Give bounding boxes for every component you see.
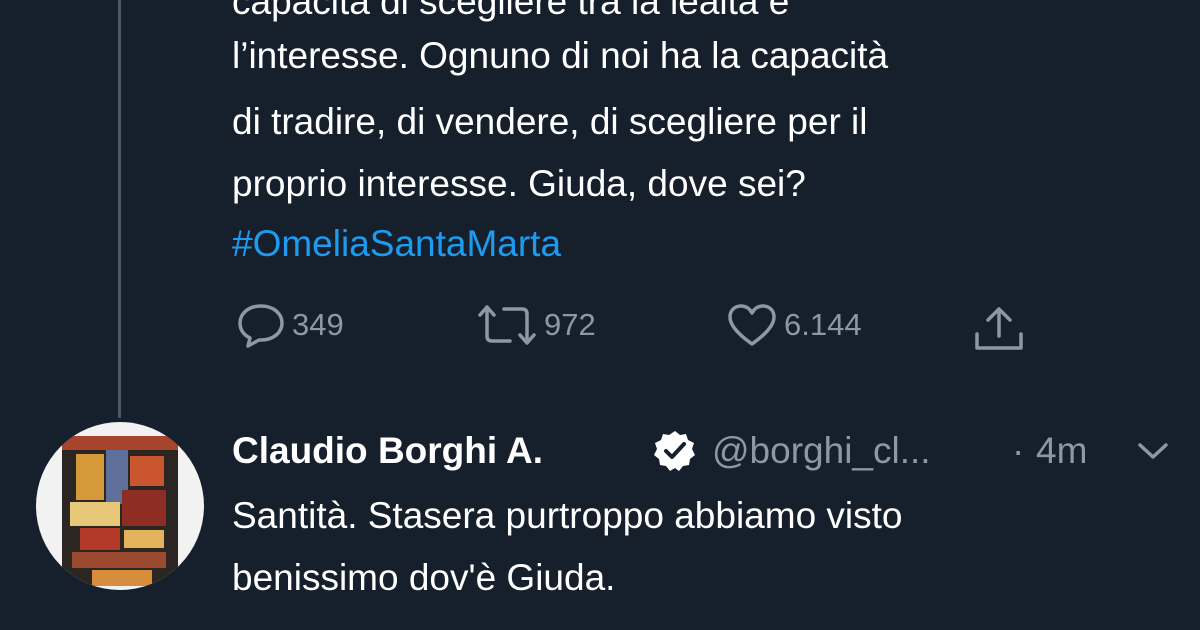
reply-text-line: Santità. Stasera purtroppo abbiamo visto <box>232 495 903 536</box>
like-count: 6.144 <box>784 307 862 342</box>
author-handle[interactable]: @borghi_cl... <box>712 426 931 476</box>
tweet-text-line: capacità di scegliere tra la lealtà e <box>232 0 790 22</box>
hashtag-link[interactable]: #OmeliaSantaMarta <box>232 216 561 272</box>
avatar-artwork <box>62 436 178 586</box>
verified-badge-icon <box>652 428 698 474</box>
tweet-text-line: di tradire, di vendere, di scegliere per… <box>232 101 868 142</box>
like-button[interactable]: 6.144 <box>726 300 862 350</box>
chevron-down-icon[interactable] <box>1136 440 1170 467</box>
share-button[interactable] <box>972 304 1026 354</box>
reply-count: 349 <box>292 307 344 342</box>
retweet-count: 972 <box>544 307 596 342</box>
heart-icon <box>726 302 778 348</box>
avatar[interactable] <box>36 422 204 590</box>
thread-line <box>118 0 121 418</box>
tweet-text-line: l’interesse. Ognuno di noi ha la capacit… <box>232 35 889 76</box>
author-name[interactable]: Claudio Borghi A. <box>232 426 543 476</box>
tweet-timestamp[interactable]: 4m <box>1036 426 1087 476</box>
retweet-button[interactable]: 972 <box>476 300 596 350</box>
meta-separator: · <box>1012 430 1025 471</box>
reply-icon <box>236 302 286 348</box>
share-icon <box>972 306 1026 352</box>
reply-text-line: benissimo dov'è Giuda. <box>232 557 616 598</box>
retweet-icon <box>476 303 538 347</box>
tweet-text-line: proprio interesse. Giuda, dove sei? <box>232 163 806 204</box>
reply-button[interactable]: 349 <box>236 300 344 350</box>
